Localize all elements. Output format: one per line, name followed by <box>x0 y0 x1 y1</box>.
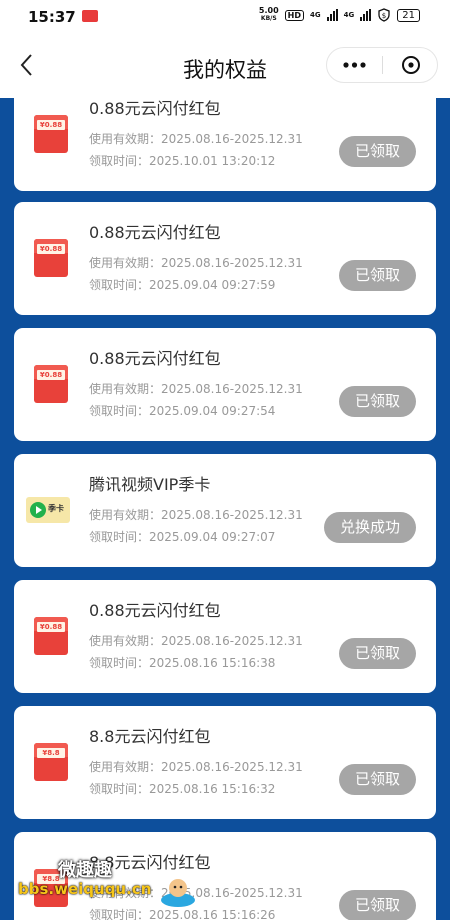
status-bar: 15:37 5.00 KB/S HD 4G 4G $ 21 <box>0 0 450 34</box>
validity-period: 使用有效期：2025.08.16-2025.12.31 <box>89 132 303 146</box>
watermark-url: bbs.weiququ.cn <box>18 880 152 898</box>
red-envelope-icon: ¥0.88 <box>34 365 68 403</box>
benefit-title: 8.8元云闪付红包 <box>89 727 211 746</box>
red-envelope-icon: ¥8.8 <box>34 743 68 781</box>
claim-time: 领取时间：2025.08.16 15:16:38 <box>89 656 276 670</box>
mascot-icon <box>161 879 195 907</box>
status-indicators: 5.00 KB/S HD 4G 4G $ 21 <box>259 7 420 23</box>
claimed-button[interactable]: 已领取 <box>338 890 416 920</box>
watermark-title: 微趣趣 <box>58 860 112 881</box>
net-speed-unit: KB/S <box>260 15 277 22</box>
benefit-card: ¥0.88 0.88元云闪付红包 使用有效期：2025.08.16-2025.1… <box>14 202 436 315</box>
net-speed: 5.00 KB/S <box>259 7 279 23</box>
red-envelope-icon: ¥0.88 <box>34 115 68 153</box>
claim-time: 领取时间：2025.08.16 15:16:32 <box>89 782 276 796</box>
benefit-card: ¥0.88 0.88元云闪付红包 使用有效期：2025.08.16-2025.1… <box>14 580 436 693</box>
claimed-button[interactable]: 已领取 <box>338 638 416 669</box>
signal-label-2: 4G <box>343 11 355 19</box>
benefit-card: ¥0.88 0.88元云闪付红包 使用有效期：2025.08.16-2025.1… <box>14 98 436 191</box>
video-ticket-icon: 季卡 <box>26 491 70 529</box>
benefit-title: 0.88元云闪付红包 <box>89 223 221 242</box>
claimed-button[interactable]: 已领取 <box>338 136 416 167</box>
validity-period: 使用有效期：2025.08.16-2025.12.31 <box>89 382 303 396</box>
redeemed-button[interactable]: 兑换成功 <box>323 512 416 543</box>
benefit-list[interactable]: ¥0.88 0.88元云闪付红包 使用有效期：2025.08.16-2025.1… <box>0 98 450 920</box>
validity-period: 使用有效期：2025.08.16-2025.12.31 <box>89 256 303 270</box>
mini-program-capsule <box>326 47 438 83</box>
benefit-card: ¥0.88 0.88元云闪付红包 使用有效期：2025.08.16-2025.1… <box>14 328 436 441</box>
signal-icon <box>326 9 338 21</box>
more-dots-icon <box>343 62 366 68</box>
claim-time: 领取时间：2025.09.04 09:27:59 <box>89 278 276 292</box>
nav-bar: 我的权益 <box>0 34 450 98</box>
claim-time: 领取时间：2025.10.01 13:20:12 <box>89 154 276 168</box>
close-button[interactable] <box>383 48 437 82</box>
status-time: 15:37 <box>28 8 76 26</box>
claimed-button[interactable]: 已领取 <box>338 260 416 291</box>
close-circle-icon <box>402 56 420 74</box>
net-speed-value: 5.00 <box>258 6 279 15</box>
benefit-title: 0.88元云闪付红包 <box>89 349 221 368</box>
claimed-button[interactable]: 已领取 <box>338 764 416 795</box>
validity-period: 使用有效期：2025.08.16-2025.12.31 <box>89 760 303 774</box>
signal-icon-2 <box>360 9 372 21</box>
svg-text:$: $ <box>382 12 386 20</box>
hd-icon: HD <box>284 9 305 21</box>
validity-period: 使用有效期：2025.08.16-2025.12.31 <box>89 508 303 522</box>
signal-label-1: 4G <box>310 11 321 19</box>
red-envelope-icon: ¥0.88 <box>34 239 68 277</box>
validity-period: 使用有效期：2025.08.16-2025.12.31 <box>89 634 303 648</box>
battery-icon: 21 <box>397 8 420 22</box>
claim-time: 领取时间：2025.09.04 09:27:54 <box>89 404 276 418</box>
notification-app-icon <box>82 10 98 22</box>
benefit-title: 0.88元云闪付红包 <box>89 601 221 620</box>
shield-icon: $ <box>378 8 390 22</box>
red-envelope-icon: ¥0.88 <box>34 617 68 655</box>
claimed-button[interactable]: 已领取 <box>338 386 416 417</box>
benefit-card: ¥8.8 8.8元云闪付红包 使用有效期：2025.08.16-2025.12.… <box>14 706 436 819</box>
benefit-title: 腾讯视频VIP季卡 <box>89 475 211 494</box>
benefit-card: 季卡 腾讯视频VIP季卡 使用有效期：2025.08.16-2025.12.31… <box>14 454 436 567</box>
more-button[interactable] <box>327 48 382 82</box>
benefit-title: 0.88元云闪付红包 <box>89 99 221 118</box>
claim-time: 领取时间：2025.09.04 09:27:07 <box>89 530 276 544</box>
watermark: 微趣趣 bbs.weiququ.cn <box>0 842 220 920</box>
